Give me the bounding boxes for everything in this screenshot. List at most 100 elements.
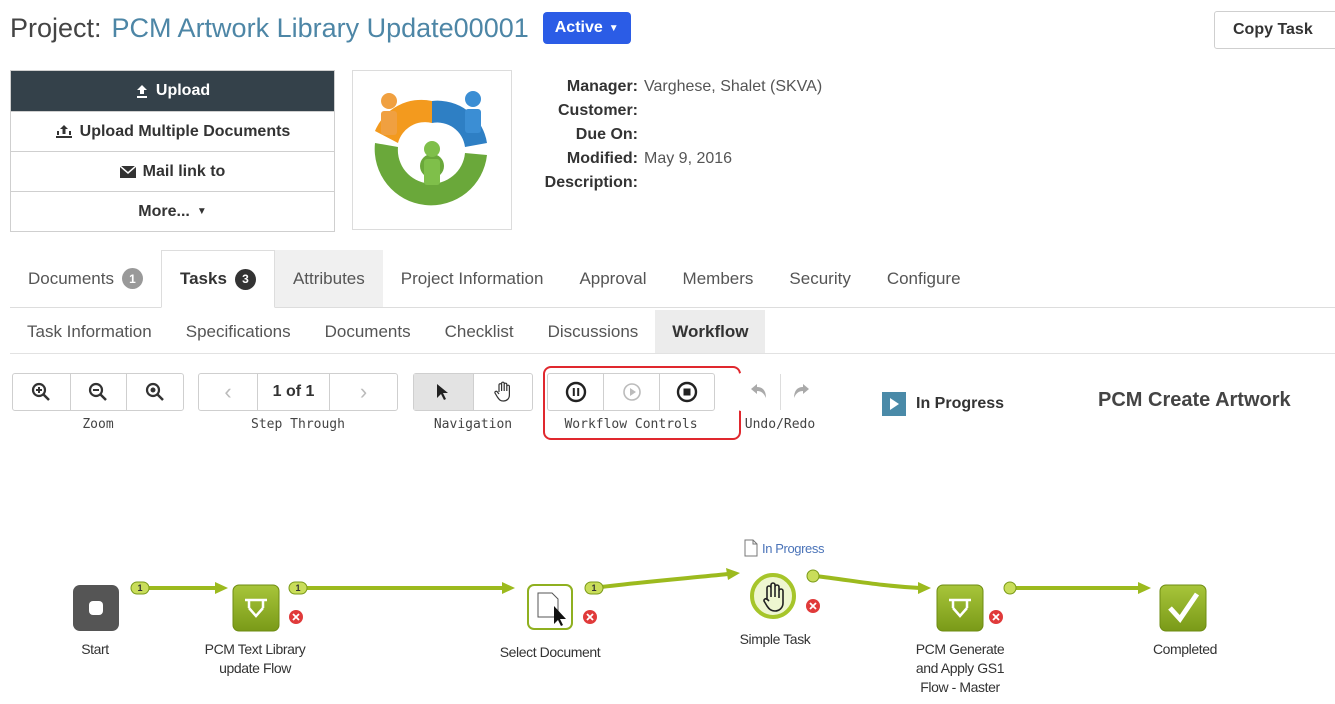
pcm-generate-node[interactable] — [936, 584, 984, 632]
pointer-icon — [437, 384, 449, 400]
upload-label: Upload — [155, 82, 211, 99]
customer-key: Customer: — [557, 102, 638, 119]
more-button[interactable]: More... ▼ — [11, 191, 334, 231]
start-label: Start — [81, 641, 109, 657]
count-badge: 3 — [234, 268, 256, 290]
completed-node[interactable] — [1159, 584, 1207, 632]
tab-label: Attributes — [292, 268, 365, 288]
select-tool-button[interactable] — [414, 374, 473, 410]
status-dropdown[interactable]: Active ▼ — [542, 12, 631, 44]
page-title: Project: PCM Artwork Library Update00001… — [10, 12, 631, 44]
connector-badge-label: 1 — [295, 583, 300, 593]
main-tabs: Documents 1 Tasks 3 Attributes Project Inf… — [10, 250, 1335, 308]
navigation-label: Navigation — [433, 417, 513, 432]
mail-link-label: Mail link to — [142, 162, 226, 180]
error-icon — [989, 610, 1003, 624]
error-icon — [289, 610, 303, 624]
label-line: PCM Generate — [915, 641, 1005, 657]
undo-redo-label: Undo/Redo — [744, 417, 816, 432]
zoom-out-button[interactable] — [69, 374, 127, 410]
next-step-button[interactable]: › — [329, 374, 397, 410]
select-document-node[interactable] — [527, 584, 573, 630]
tab-attributes[interactable]: Attributes — [274, 250, 383, 307]
tab-label: Tasks — [179, 269, 227, 288]
caret-down-icon: ▼ — [608, 22, 619, 34]
copy-task-button[interactable]: Copy Task — [1214, 11, 1335, 49]
tab-tasks[interactable]: Tasks 3 — [160, 250, 275, 308]
start-node[interactable] — [73, 585, 119, 631]
tab-approval[interactable]: Approval — [561, 250, 664, 307]
previous-step-button[interactable]: ‹ — [199, 374, 257, 410]
manager-value: Varghese, Shalet (SKVA) — [644, 78, 823, 95]
workflow-status: In Progress — [882, 392, 1004, 416]
undo-button[interactable] — [739, 374, 780, 410]
connector — [814, 574, 921, 590]
tab-security[interactable]: Security — [771, 250, 868, 307]
subtab-workflow[interactable]: Workflow — [655, 310, 766, 353]
team-puzzle-icon — [374, 91, 487, 206]
zoom-in-button[interactable] — [13, 374, 70, 410]
tab-label: Configure — [886, 268, 961, 288]
zoom-fit-button[interactable] — [126, 374, 183, 410]
tab-members[interactable]: Members — [665, 250, 772, 307]
error-icon — [806, 599, 820, 613]
subtab-documents[interactable]: Documents — [308, 310, 428, 353]
connector-dot — [806, 569, 820, 583]
manager-key: Manager: — [566, 78, 638, 95]
modified-value: May 9, 2016 — [644, 150, 733, 167]
tab-configure[interactable]: Configure — [869, 250, 979, 307]
pcm-text-library-node[interactable] — [232, 584, 280, 632]
upload-icon — [136, 84, 147, 98]
subtab-task-information[interactable]: Task Information — [10, 310, 169, 353]
label-line: update Flow — [219, 660, 291, 676]
mail-link-button[interactable]: Mail link to — [11, 151, 334, 191]
chevron-right-icon: › — [359, 379, 368, 404]
simple-task-node[interactable] — [750, 573, 796, 619]
tab-label: Members — [682, 268, 754, 288]
redo-button[interactable] — [779, 374, 821, 410]
project-label: Project: — [10, 12, 102, 43]
tab-label: Approval — [579, 268, 647, 288]
tab-label: Documents — [28, 268, 114, 288]
step-through-group: ‹ 1 of 1 › Step Through — [198, 373, 398, 432]
task-title: PCM Create Artwork — [1098, 389, 1291, 411]
pcm-generate-label: PCM Generate and Apply GS1 Flow - Master — [890, 640, 1030, 697]
subtab-checklist[interactable]: Checklist — [428, 310, 531, 353]
navigation-group: Navigation — [413, 373, 533, 432]
upload-multiple-button[interactable]: Upload Multiple Documents — [11, 111, 334, 151]
pcm-text-library-label: PCM Text Library update Flow — [180, 640, 330, 678]
subtab-discussions[interactable]: Discussions — [531, 310, 656, 353]
envelope-icon — [119, 165, 136, 178]
pan-tool-button[interactable] — [472, 374, 532, 410]
label-line: Flow - Master — [920, 679, 1000, 695]
upload-multiple-icon — [55, 125, 72, 138]
label-line: PCM Text Library — [204, 641, 306, 657]
connector — [592, 572, 729, 590]
simple-task-label: Simple Task — [739, 631, 811, 647]
error-icons — [289, 599, 1003, 624]
count-badge: 1 — [121, 268, 143, 289]
zoom-in-icon — [32, 382, 51, 401]
error-icon — [583, 610, 597, 624]
connector-badge-label: 1 — [591, 583, 596, 593]
project-meta: Manager: Varghese, Shalet (SKVA) Customer… — [520, 75, 823, 195]
connector-badge-label: 1 — [137, 583, 142, 593]
tab-project-information[interactable]: Project Information — [383, 250, 562, 307]
status-label: Active — [554, 19, 603, 36]
tab-label: Security — [789, 268, 851, 288]
upload-multiple-label: Upload Multiple Documents — [79, 122, 291, 140]
subtab-specifications[interactable]: Specifications — [169, 310, 308, 353]
arrowhead — [502, 582, 515, 594]
zoom-fit-icon — [146, 382, 165, 401]
zoom-group: Zoom — [12, 373, 184, 432]
action-menu: Upload Upload Multiple Documents Mail li… — [10, 70, 335, 232]
undo-icon — [751, 384, 767, 398]
tab-documents[interactable]: Documents 1 — [10, 250, 161, 307]
arrowhead — [726, 568, 740, 580]
more-label: More... — [138, 202, 190, 220]
upload-button[interactable]: Upload — [11, 71, 334, 111]
workflow-status-label: In Progress — [916, 395, 1005, 412]
caret-down-icon: ▼ — [196, 206, 207, 217]
play-status-icon — [882, 392, 906, 416]
chevron-left-icon: ‹ — [224, 379, 232, 404]
